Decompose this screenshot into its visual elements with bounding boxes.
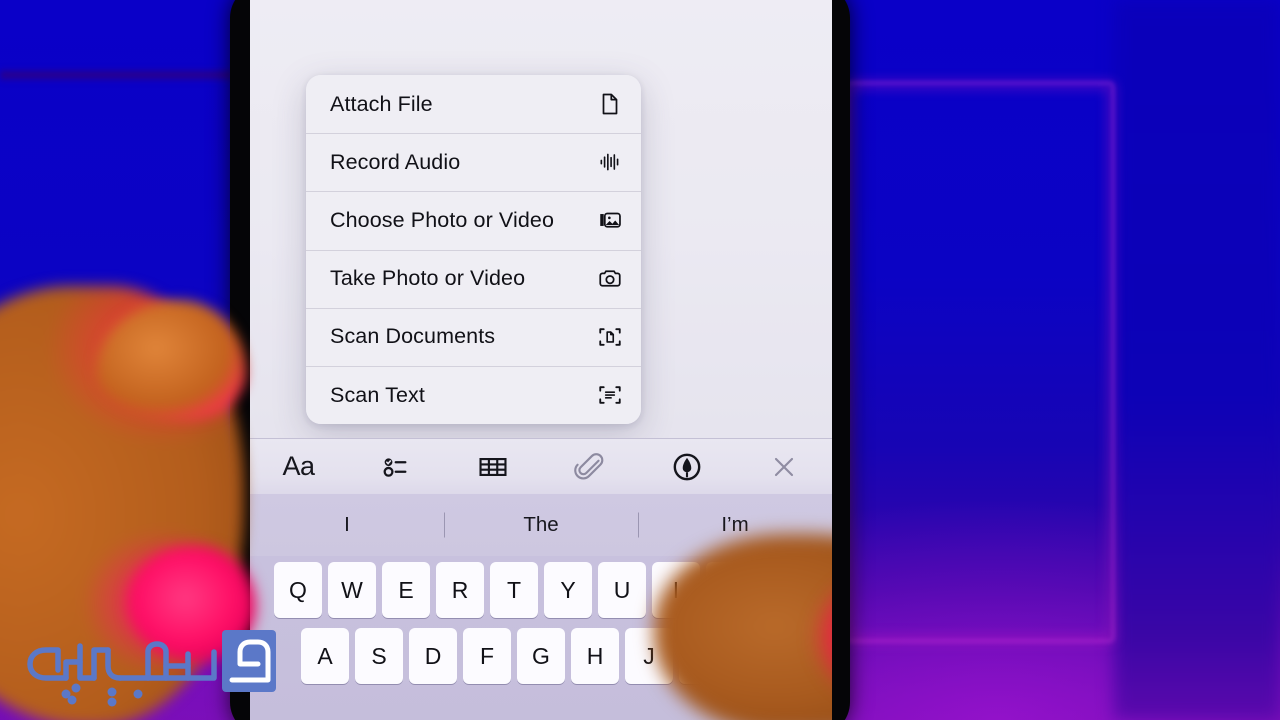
menu-item-label: Take Photo or Video — [330, 266, 526, 291]
key-h[interactable]: H — [571, 628, 619, 684]
key-a[interactable]: A — [301, 628, 349, 684]
photo-stack-icon — [597, 207, 623, 233]
menu-item-label: Choose Photo or Video — [330, 207, 555, 232]
format-toolbar[interactable]: Aa — [250, 438, 832, 494]
key-f[interactable]: F — [463, 628, 511, 684]
markup-pen-icon[interactable] — [638, 439, 735, 495]
table-icon[interactable] — [444, 439, 541, 495]
menu-item-scan-documents[interactable]: Scan Documents — [306, 307, 641, 366]
menu-item-label: Scan Text — [330, 382, 425, 407]
document-icon — [597, 91, 623, 117]
key-s[interactable]: S — [355, 628, 403, 684]
menu-item-label: Attach File — [330, 91, 433, 116]
background-light-band — [0, 68, 232, 82]
prediction-2[interactable]: The — [444, 513, 638, 537]
menu-item-choose-photo-or-video[interactable]: Choose Photo or Video — [306, 191, 641, 249]
key-r[interactable]: R — [436, 562, 484, 618]
key-y[interactable]: Y — [544, 562, 592, 618]
key-d[interactable]: D — [409, 628, 457, 684]
key-w[interactable]: W — [328, 562, 376, 618]
key-e[interactable]: E — [382, 562, 430, 618]
paperclip-icon[interactable] — [541, 439, 638, 495]
menu-item-attach-file[interactable]: Attach File — [306, 75, 641, 133]
phone-screen: Attach File Record Audio Choose Photo or… — [250, 0, 832, 720]
text-format-icon[interactable]: Aa — [250, 439, 347, 495]
menu-item-scan-text[interactable]: Scan Text — [306, 365, 641, 424]
checklist-icon[interactable] — [347, 439, 444, 495]
key-t[interactable]: T — [490, 562, 538, 618]
key-q[interactable]: Q — [274, 562, 322, 618]
key-u[interactable]: U — [598, 562, 646, 618]
background-right-panel — [1114, 0, 1280, 720]
channel-watermark — [8, 622, 280, 708]
camera-icon — [597, 266, 623, 292]
text-format-label: Aa — [282, 451, 315, 481]
attachment-menu[interactable]: Attach File Record Audio Choose Photo or… — [306, 75, 641, 425]
close-icon[interactable] — [735, 439, 832, 495]
menu-item-record-audio[interactable]: Record Audio — [306, 133, 641, 191]
waveform-icon — [597, 149, 623, 175]
key-g[interactable]: G — [517, 628, 565, 684]
menu-item-label: Scan Documents — [330, 324, 496, 349]
prediction-1[interactable]: I — [250, 513, 444, 537]
background-magenta-frame-edge — [846, 82, 1114, 642]
menu-item-take-photo-or-video[interactable]: Take Photo or Video — [306, 249, 641, 308]
scan-text-icon — [597, 382, 623, 408]
scan-document-icon — [597, 324, 623, 350]
menu-item-label: Record Audio — [330, 149, 461, 174]
